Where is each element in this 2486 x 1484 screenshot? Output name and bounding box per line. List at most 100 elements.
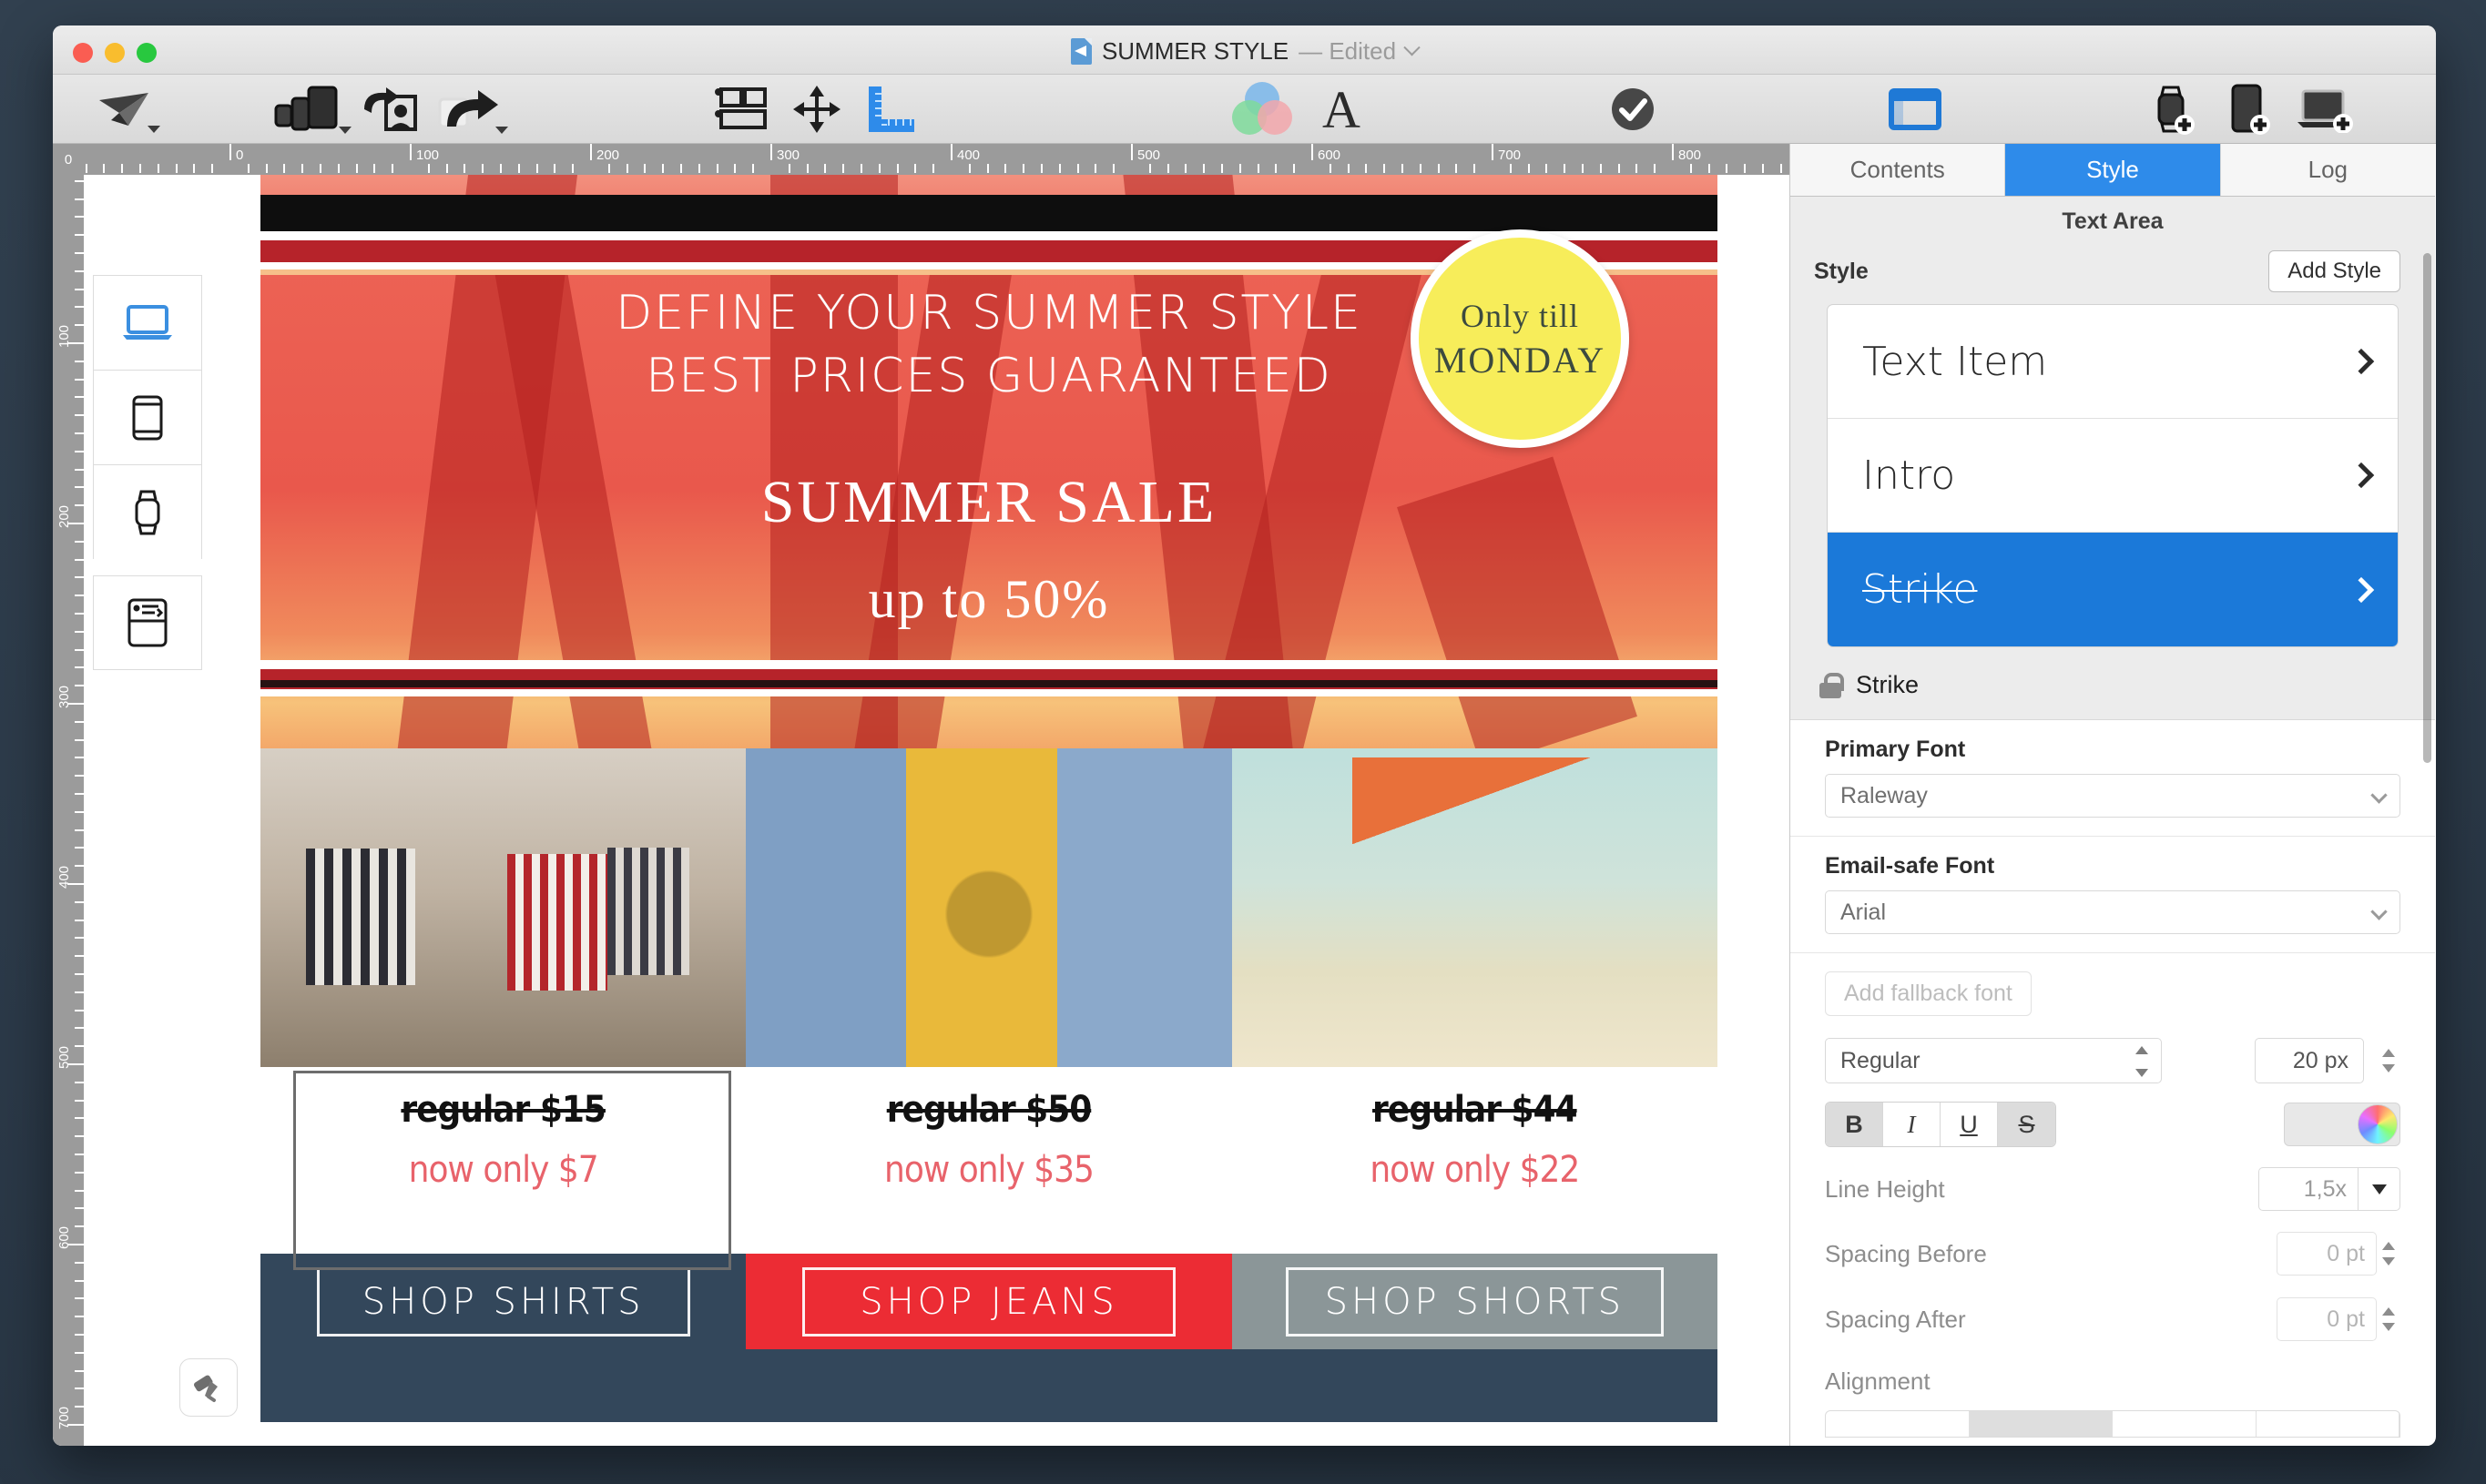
ruler-tick bbox=[75, 1261, 84, 1264]
ruler-tick bbox=[75, 396, 84, 399]
style-row-strike[interactable]: Strike bbox=[1828, 533, 2398, 646]
align-center-button[interactable] bbox=[1969, 1411, 2113, 1437]
bold-button[interactable]: B bbox=[1826, 1103, 1883, 1146]
ruler-tick bbox=[410, 144, 412, 160]
ruler-tick bbox=[75, 1135, 84, 1138]
add-mobile-layout-button[interactable] bbox=[2211, 75, 2284, 144]
product-shirts[interactable] bbox=[260, 748, 747, 1067]
ruler-label: 400 bbox=[56, 865, 72, 889]
canvas[interactable]: DEFINE YOUR SUMMER STYLE BEST PRICES GUA… bbox=[84, 175, 1789, 1446]
devices-preview-button[interactable] bbox=[264, 75, 352, 144]
price-cell[interactable]: regular $15 now only $7 bbox=[260, 1067, 746, 1270]
hero-banner[interactable]: DEFINE YOUR SUMMER STYLE BEST PRICES GUA… bbox=[260, 175, 1717, 748]
underline-button[interactable]: U bbox=[1941, 1103, 1998, 1146]
shop-shorts-button[interactable]: SHOP SHORTS bbox=[1285, 1266, 1665, 1337]
inspector-toggle-button[interactable] bbox=[1874, 75, 1956, 144]
style-row-intro[interactable]: Intro bbox=[1828, 419, 2398, 533]
ruler-tick bbox=[1058, 164, 1061, 173]
align-right-button[interactable] bbox=[2113, 1411, 2257, 1437]
tab-contents[interactable]: Contents bbox=[1790, 144, 2006, 196]
hero-sale-subtitle[interactable]: up to 50% bbox=[260, 568, 1717, 631]
share-caret-icon[interactable] bbox=[495, 127, 508, 134]
chevron-right-icon[interactable] bbox=[2348, 348, 2375, 375]
ruler-label: 200 bbox=[596, 147, 620, 163]
hero-sale-title[interactable]: SUMMER SALE bbox=[260, 468, 1717, 537]
lock-icon bbox=[1819, 672, 1844, 698]
chevron-right-icon[interactable] bbox=[2348, 576, 2375, 603]
primary-font-select[interactable]: Raleway bbox=[1825, 774, 2400, 818]
ruler-tick bbox=[75, 1009, 84, 1011]
sidebar-item-layout-plaintext[interactable] bbox=[93, 575, 202, 670]
ruler-tick bbox=[1238, 164, 1241, 173]
add-desktop-layout-button[interactable] bbox=[2286, 75, 2366, 144]
tab-log[interactable]: Log bbox=[2221, 144, 2435, 196]
email-safe-font-select[interactable]: Arial bbox=[1825, 890, 2400, 934]
spacing-after-stepper[interactable] bbox=[2377, 1296, 2400, 1342]
chevron-down-icon[interactable] bbox=[2370, 787, 2388, 804]
strikethrough-button[interactable]: S bbox=[1998, 1103, 2055, 1146]
sidebar-item-layout-desktop[interactable] bbox=[93, 275, 202, 370]
shop-jeans-cell[interactable]: SHOP JEANS bbox=[746, 1254, 1232, 1349]
line-height-value[interactable]: 1,5x bbox=[2258, 1167, 2359, 1211]
font-size-input[interactable]: 20 px bbox=[2255, 1038, 2364, 1083]
align-justify-button[interactable] bbox=[2257, 1411, 2399, 1437]
ruler-tick bbox=[1492, 144, 1493, 160]
ruler-tick bbox=[75, 1406, 84, 1408]
share-button[interactable] bbox=[424, 75, 512, 144]
stepper-arrows-icon[interactable] bbox=[2132, 1046, 2152, 1077]
style-row-text-item[interactable]: Text Item bbox=[1828, 305, 2398, 419]
price-cell[interactable]: regular $44 now only $22 bbox=[1232, 1067, 1717, 1254]
color-wheel-icon[interactable] bbox=[2358, 1104, 2398, 1144]
chevron-down-icon[interactable] bbox=[2370, 903, 2388, 920]
add-style-button[interactable]: Add Style bbox=[2268, 250, 2400, 292]
spacing-before-value[interactable]: 0 pt bbox=[2277, 1232, 2377, 1276]
chevron-right-icon[interactable] bbox=[2348, 462, 2375, 489]
validate-button[interactable] bbox=[1592, 75, 1674, 144]
vertical-ruler[interactable]: 100 200 300 400 500 600 700 bbox=[53, 175, 84, 1446]
text-color-picker[interactable] bbox=[2284, 1103, 2400, 1146]
horizontal-ruler[interactable]: 0 100 200 300 400 500 600 700 800 bbox=[84, 144, 1789, 175]
ruler-tick bbox=[283, 164, 286, 173]
document-title-group[interactable]: SUMMER STYLE — Edited bbox=[53, 37, 2436, 66]
align-left-button[interactable] bbox=[1826, 1411, 1970, 1437]
product-shorts[interactable] bbox=[1231, 748, 1717, 1067]
ruler-tick bbox=[75, 450, 84, 452]
inspector-scrollbar[interactable] bbox=[2423, 253, 2431, 763]
shop-jeans-button[interactable]: SHOP JEANS bbox=[801, 1266, 1176, 1337]
product-jeans[interactable] bbox=[746, 748, 1232, 1067]
line-height-dropdown[interactable] bbox=[2359, 1167, 2400, 1211]
paint-roller-tool[interactable] bbox=[179, 1358, 238, 1417]
personalize-button[interactable] bbox=[344, 75, 432, 144]
spacing-after-value[interactable]: 0 pt bbox=[2277, 1297, 2377, 1341]
add-fallback-font-button[interactable]: Add fallback font bbox=[1825, 971, 2032, 1016]
send-caret-icon[interactable] bbox=[148, 126, 160, 133]
ruler-tick bbox=[1076, 164, 1079, 173]
ruler-tick bbox=[75, 847, 84, 849]
arrange-button[interactable] bbox=[703, 75, 781, 144]
email-design[interactable]: DEFINE YOUR SUMMER STYLE BEST PRICES GUA… bbox=[260, 175, 1717, 1446]
style-row-label: Strike bbox=[1862, 566, 1978, 613]
sidebar-item-layout-watch[interactable] bbox=[93, 464, 202, 559]
shop-shirts-button[interactable]: SHOP SHIRTS bbox=[316, 1266, 690, 1337]
paper-plane-icon bbox=[99, 93, 148, 126]
font-size-stepper[interactable] bbox=[2377, 1038, 2400, 1083]
design-footer-strip[interactable] bbox=[260, 1349, 1717, 1422]
tab-style[interactable]: Style bbox=[2005, 144, 2221, 196]
promo-badge[interactable]: Only till MONDAY bbox=[1411, 229, 1629, 448]
spacing-before-stepper[interactable] bbox=[2377, 1231, 2400, 1276]
colors-button[interactable] bbox=[1217, 75, 1308, 144]
shop-shorts-cell[interactable]: SHOP SHORTS bbox=[1231, 1254, 1717, 1349]
rulers-button[interactable] bbox=[851, 75, 929, 144]
font-weight-select[interactable]: Regular bbox=[1825, 1038, 2162, 1083]
alignment-segmented-control[interactable] bbox=[1825, 1410, 2400, 1438]
chevron-down-icon[interactable] bbox=[1403, 39, 1421, 56]
sidebar-item-layout-mobile[interactable] bbox=[93, 370, 202, 464]
send-button[interactable] bbox=[87, 75, 166, 144]
price-cell[interactable]: regular $50 now only $35 bbox=[746, 1067, 1231, 1254]
fonts-button[interactable]: A bbox=[1300, 75, 1382, 144]
add-watch-layout-button[interactable] bbox=[2136, 75, 2209, 144]
ruler-tick bbox=[75, 540, 84, 543]
move-button[interactable] bbox=[778, 75, 856, 144]
italic-button[interactable]: I bbox=[1883, 1103, 1941, 1146]
ruler-tick bbox=[75, 1045, 84, 1048]
